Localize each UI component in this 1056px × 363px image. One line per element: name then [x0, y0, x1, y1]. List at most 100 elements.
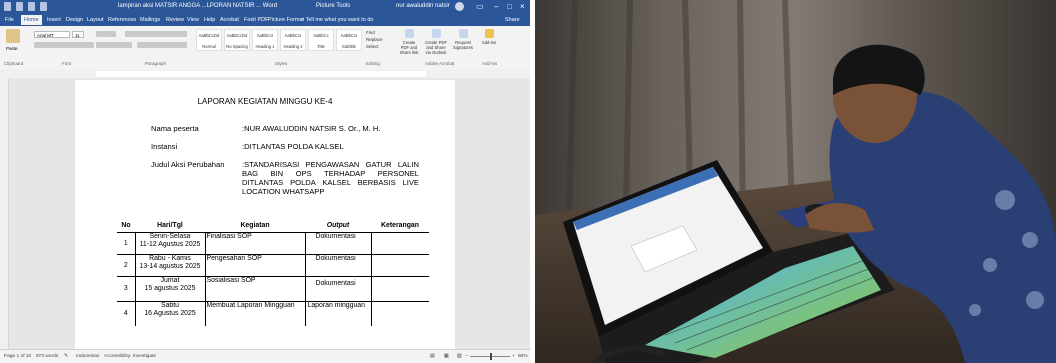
add-ins-icon [484, 29, 494, 38]
ribbon-home: Paste Arial MT 11 AaBbCcDd Normal AaBbCcD… [0, 26, 530, 71]
create-pdf-share-button[interactable]: Create PDF and Share link [398, 29, 420, 55]
group-paragraph: Paragraph [145, 61, 167, 66]
font-format-buttons[interactable] [34, 42, 94, 48]
field-label-institution: Instansi [151, 142, 178, 151]
paste-icon[interactable] [6, 29, 20, 43]
font-size-select[interactable]: 11 [72, 31, 84, 38]
style-normal[interactable]: AaBbCcDd Normal [196, 29, 222, 51]
print-layout-icon[interactable]: ▦ [444, 354, 449, 359]
tab-acrobat[interactable]: Acrobat [220, 17, 239, 23]
style-no-spacing[interactable]: AaBbCcDd No Spacing [224, 29, 250, 51]
report-title: LAPORAN KEGIATAN MINGGU KE-4 [197, 97, 333, 106]
user-name[interactable]: nur awaluddin natsir [396, 3, 450, 9]
accessibility-status[interactable]: Accessibility: Investigate [104, 354, 156, 359]
field-value-name: :NUR AWALUDDIN NATSIR S. Or., M. H. [242, 124, 381, 133]
field-value-title: :STANDARISASI PENGAWASAN GATUR LALIN BAG… [242, 160, 419, 196]
avatar[interactable] [455, 2, 464, 11]
style-title[interactable]: AaBbCc Title [308, 29, 334, 51]
zoom-level[interactable]: 90% [518, 354, 528, 359]
tab-references[interactable]: References [108, 17, 136, 23]
tab-review[interactable]: Review [166, 17, 184, 23]
header-date: Hari/Tgl [135, 218, 205, 233]
ribbon-display-icon[interactable]: ▭ [476, 2, 484, 11]
tell-me-search[interactable]: ♀ Tell me what you want to do [300, 17, 373, 23]
cell-output: Dokumentasi [305, 254, 372, 277]
editing-group: Find Replace Select [366, 29, 383, 50]
cell-note [371, 302, 429, 327]
style-subtitle[interactable]: AaBbCcI Subtitle [336, 29, 362, 51]
cell-output: Dokumentasi [305, 232, 372, 255]
minimize-icon[interactable]: – [494, 2, 498, 11]
cell-activity: Pengesahan SOP [205, 254, 306, 277]
read-mode-icon[interactable]: ▤ [430, 354, 435, 359]
header-output: Output [305, 218, 371, 233]
photo-illustration [535, 0, 1056, 363]
group-adobe: Adobe Acrobat [425, 61, 455, 66]
pdf-share-icon [404, 29, 414, 38]
maximize-icon[interactable]: □ [507, 2, 512, 11]
find-button[interactable]: Find [366, 29, 383, 36]
field-value-institution: :DITLANTAS POLDA KALSEL [242, 142, 344, 151]
style-heading-1[interactable]: AaBbCcI Heading 1 [252, 29, 278, 51]
style-heading-2[interactable]: AaBbCcI Heading 2 [280, 29, 306, 51]
tab-home[interactable]: Home [21, 15, 42, 25]
header-note: Keterangan [371, 218, 429, 233]
close-icon[interactable]: × [520, 2, 525, 11]
page-count[interactable]: Page 1 of 10 [4, 354, 31, 359]
table-row: 1 Senin-Selasa 11-12 Agustus 2025 Finalis… [117, 232, 429, 255]
tab-foxit[interactable]: Foxit PDF [244, 17, 268, 23]
cell-date: Jumat 15 agustus 2025 [134, 276, 206, 302]
table-row: 4 Sabtu 16 Agustus 2025 Membuat Laporan M… [117, 301, 429, 327]
list-buttons[interactable] [125, 31, 187, 37]
tab-picture-format[interactable]: Picture Format [268, 17, 304, 23]
vertical-ruler[interactable] [0, 78, 9, 349]
cell-note [371, 232, 429, 255]
cell-date: Senin-Selasa 11-12 Agustus 2025 [134, 232, 206, 255]
redo-icon[interactable] [28, 2, 35, 11]
tab-file[interactable]: File [5, 17, 14, 23]
tab-layout[interactable]: Layout [87, 17, 104, 23]
cell-output: Laporan mingguan [305, 301, 372, 326]
tab-insert[interactable]: Insert [47, 17, 61, 23]
cell-activity: Membuat Laporan Mingguan [205, 301, 306, 326]
cell-note [371, 254, 429, 277]
group-font: Font [62, 61, 72, 66]
table-header-row: No Hari/Tgl Kegiatan Output Keterangan [117, 218, 429, 233]
customize-icon[interactable] [40, 2, 47, 11]
zoom-out-icon[interactable]: – [465, 354, 468, 359]
share-button[interactable]: Share [505, 17, 520, 23]
language-indicator[interactable]: Indonesian [76, 354, 99, 359]
document-page[interactable]: LAPORAN KEGIATAN MINGGU KE-4 Nama pesert… [75, 80, 455, 349]
header-activity: Kegiatan [205, 218, 305, 233]
zoom-slider-thumb[interactable] [490, 353, 492, 360]
web-layout-icon[interactable]: ▧ [457, 354, 462, 359]
cell-activity: Sosialisasi SOP [205, 276, 306, 302]
picture-tools-label: Picture Tools [316, 3, 351, 9]
alignment-buttons[interactable] [137, 42, 187, 48]
select-button[interactable]: Select [366, 43, 383, 50]
document-title: lampiran aksi MATSIR ANGGA ...LPORAN NAT… [118, 3, 278, 9]
add-ins-button[interactable]: Add-ins [480, 29, 498, 45]
undo-icon[interactable] [16, 2, 23, 11]
table-row: 2 Rabu - Kamis 13-14 agustus 2025 Pengesa… [117, 254, 429, 277]
save-icon[interactable] [4, 2, 11, 11]
table-row: 3 Jumat 15 agustus 2025 Sosialisasi SOP D… [117, 276, 429, 302]
font-grow-shrink[interactable] [96, 31, 116, 37]
proofing-icon[interactable]: ✎ [64, 354, 68, 359]
tab-help[interactable]: Help [204, 17, 215, 23]
zoom-in-icon[interactable]: + [512, 354, 515, 359]
quick-access-toolbar [4, 2, 47, 11]
field-label-name: Nama peserta [151, 124, 199, 133]
photo-laptop-user [535, 0, 1056, 363]
cell-output: Dokumentasi [305, 276, 372, 302]
tab-view[interactable]: View [187, 17, 199, 23]
create-pdf-outlook-button[interactable]: Create PDF and Share via Outlook [424, 29, 448, 55]
replace-button[interactable]: Replace [366, 36, 383, 43]
font-name-select[interactable]: Arial MT [34, 31, 70, 38]
request-signatures-button[interactable]: Request Signatures [452, 29, 474, 50]
word-window: lampiran aksi MATSIR ANGGA ...LPORAN NAT… [0, 0, 530, 363]
tab-mailings[interactable]: Mailings [140, 17, 160, 23]
font-color-buttons[interactable] [96, 42, 132, 48]
word-count[interactable]: 873 words [36, 354, 58, 359]
tab-design[interactable]: Design [66, 17, 83, 23]
